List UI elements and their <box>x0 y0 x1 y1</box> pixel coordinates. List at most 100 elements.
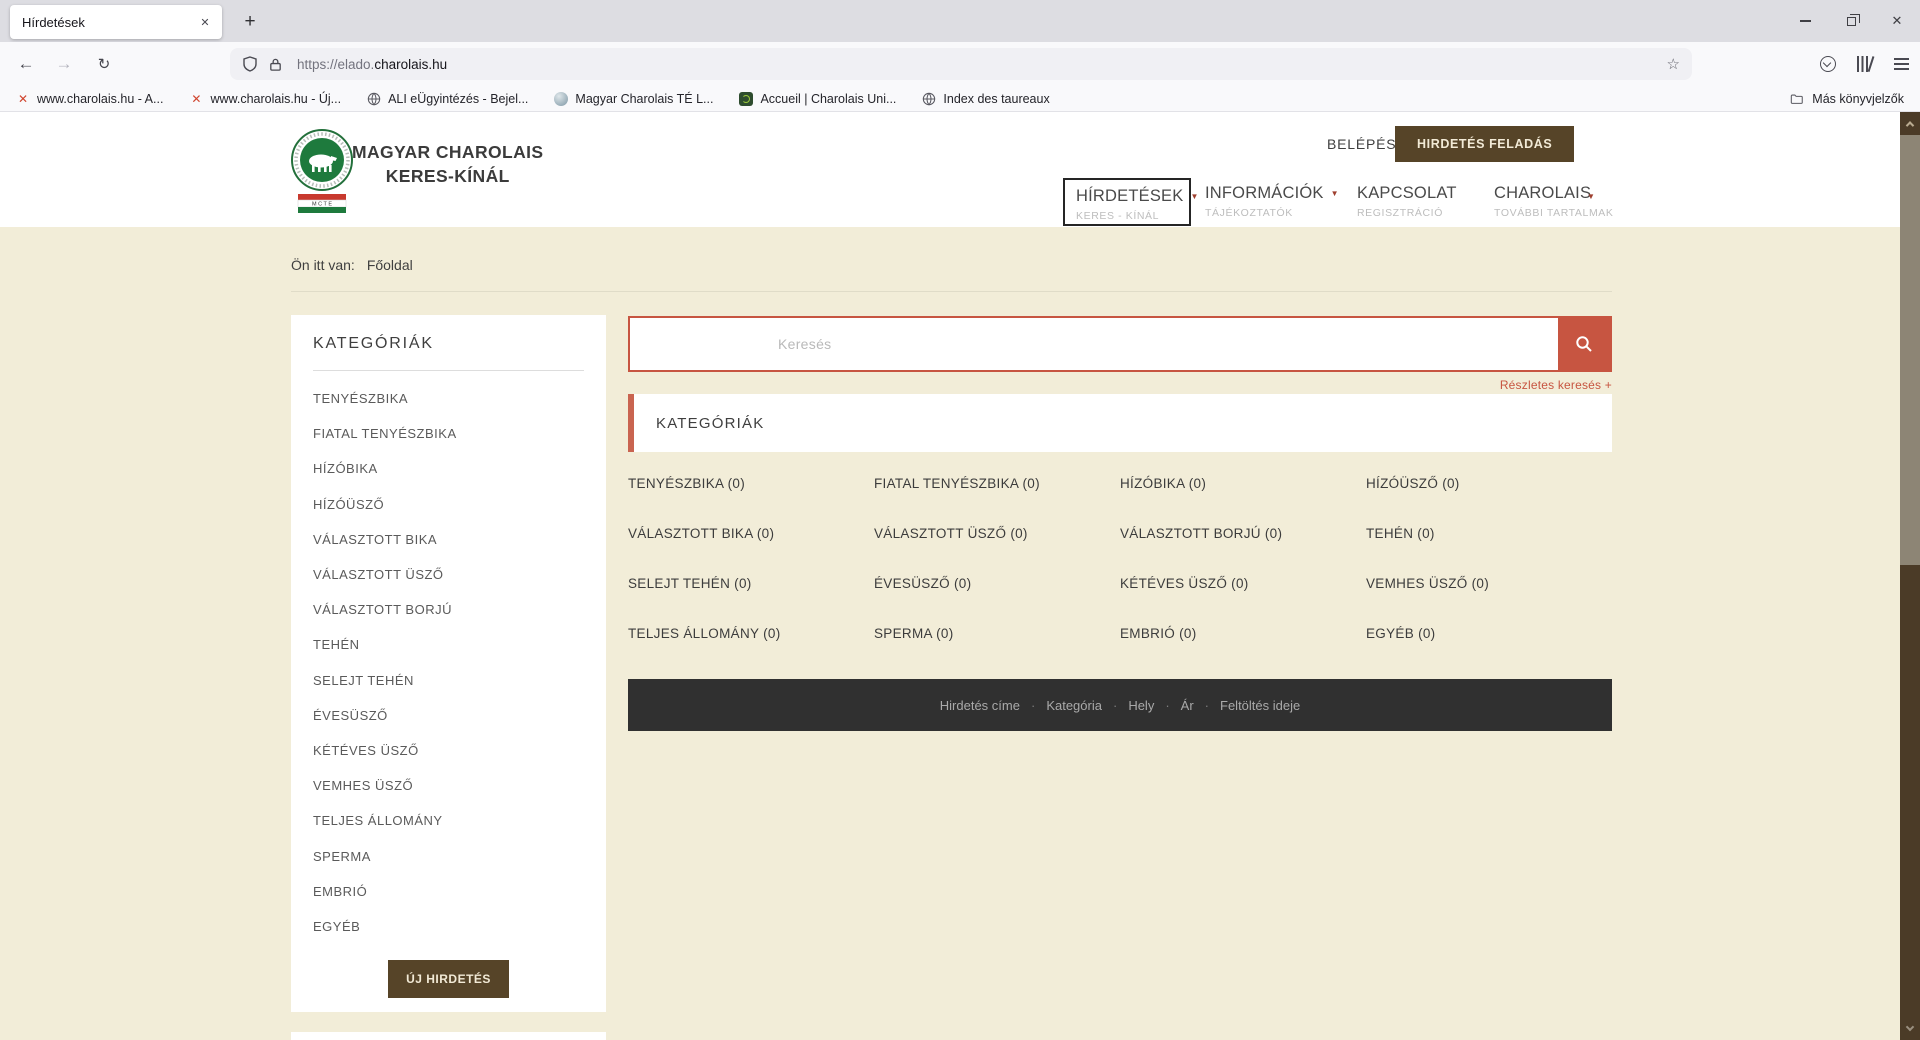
minimize-button[interactable] <box>1782 0 1828 42</box>
url-bar[interactable]: https://elado.charolais.hu <box>230 48 1692 80</box>
sidebar-category-link[interactable]: VÁLASZTOTT ÜSZŐ <box>313 557 584 592</box>
search-icon <box>1574 334 1594 354</box>
sidebar-category-link[interactable]: SPERMA <box>313 839 584 874</box>
pocket-icon[interactable] <box>1820 56 1836 72</box>
sidebar-category-link[interactable]: VÁLASZTOTT BIKA <box>313 522 584 557</box>
window-controls <box>1782 0 1920 42</box>
sidebar-category-link[interactable]: SELEJT TEHÉN <box>313 663 584 698</box>
back-button[interactable] <box>12 50 40 78</box>
scroll-down-arrow[interactable] <box>1900 1013 1920 1040</box>
bookmark-item[interactable]: ALI eÜgyintézés - Bejel... <box>367 92 528 106</box>
search-input[interactable] <box>630 318 1558 370</box>
restore-button[interactable] <box>1828 0 1874 42</box>
hamburger-menu-icon[interactable] <box>1894 56 1910 72</box>
tracking-shield-icon[interactable] <box>242 56 258 72</box>
reload-button[interactable] <box>90 50 118 78</box>
category-link[interactable]: VÁLASZTOTT BORJÚ (0) <box>1120 526 1366 541</box>
post-ad-button[interactable]: HIRDETÉS FELADÁS <box>1395 126 1574 162</box>
browser-tab[interactable]: Hírdetések <box>10 5 222 39</box>
new-ad-button[interactable]: ÚJ HIRDETÉS <box>388 960 509 998</box>
new-tab-button[interactable] <box>236 8 264 36</box>
category-link[interactable]: ÉVESÜSZŐ (0) <box>874 576 1120 591</box>
advanced-search-link[interactable]: Részletes keresés + <box>1500 378 1612 392</box>
bookmark-item[interactable]: www.charolais.hu - Új... <box>189 92 341 106</box>
category-link[interactable]: TELJES ÁLLOMÁNY (0) <box>628 626 874 641</box>
bookmark-label: ALI eÜgyintézés - Bejel... <box>388 92 528 106</box>
sidebar-category-link[interactable]: VÁLASZTOTT BORJÚ <box>313 592 584 627</box>
category-link[interactable]: SELEJT TEHÉN (0) <box>628 576 874 591</box>
sidebar-category-link[interactable]: FIATAL TENYÉSZBIKA <box>313 416 584 451</box>
brand-line1: MAGYAR CHAROLAIS <box>352 142 543 163</box>
nav-charolais[interactable]: CHAROLAIS TOVÁBBI TARTALMAK <box>1494 184 1626 219</box>
bookmark-item[interactable]: Magyar Charolais TÉ L... <box>554 92 713 106</box>
category-link[interactable]: HÍZÓÜSZŐ (0) <box>1366 476 1612 491</box>
sidebar-category-link[interactable]: ÉVESÜSZŐ <box>313 698 584 733</box>
bookmark-item[interactable]: www.charolais.hu - A... <box>16 92 163 106</box>
sidebar-category-link[interactable]: VEMHES ÜSZŐ <box>313 768 584 803</box>
sortbar-item[interactable]: Feltöltés ideje <box>1220 698 1300 713</box>
chevron-down-icon <box>1331 184 1339 203</box>
category-link[interactable]: SPERMA (0) <box>874 626 1120 641</box>
category-link[interactable]: TENYÉSZBIKA (0) <box>628 476 874 491</box>
other-bookmarks-button[interactable]: Más könyvjelzők <box>1790 92 1904 106</box>
site-header: M C T E MAGYAR CHAROLAIS KERES-KÍNÁL BEL… <box>0 112 1920 227</box>
url-domain: charolais.hu <box>374 57 447 72</box>
sortbar-separator: · <box>1165 698 1169 713</box>
login-link[interactable]: BELÉPÉS <box>1327 136 1396 152</box>
tab-title: Hírdetések <box>22 15 196 30</box>
category-link[interactable]: VÁLASZTOTT ÜSZŐ (0) <box>874 526 1120 541</box>
sidebar-category-link[interactable]: TEHÉN <box>313 627 584 662</box>
forward-button[interactable] <box>50 50 78 78</box>
close-window-button[interactable] <box>1874 0 1920 42</box>
category-link[interactable]: EGYÉB (0) <box>1366 626 1612 641</box>
lock-icon[interactable] <box>268 57 283 72</box>
bookmark-label: www.charolais.hu - Új... <box>210 92 341 106</box>
library-icon[interactable] <box>1856 56 1874 72</box>
nav-sublabel: KERES - KÍNÁL <box>1076 210 1189 222</box>
sort-bar: Hirdetés címe·Kategória·Hely·Ár·Feltölté… <box>628 679 1612 731</box>
category-link[interactable]: FIATAL TENYÉSZBIKA (0) <box>874 476 1120 491</box>
tab-bar: Hírdetések <box>0 0 1920 42</box>
breadcrumb-current[interactable]: Főoldal <box>367 257 413 273</box>
search-button[interactable] <box>1558 318 1610 370</box>
category-link[interactable]: EMBRIÓ (0) <box>1120 626 1366 641</box>
site-logo[interactable]: M C T E <box>290 128 354 216</box>
bookmark-star-icon[interactable] <box>1667 55 1680 73</box>
logo-letters: M C T E <box>312 202 332 208</box>
category-link[interactable]: HÍZÓBIKA (0) <box>1120 476 1366 491</box>
sphere-icon <box>554 92 568 106</box>
divider <box>313 370 584 371</box>
nav-label: KAPCSOLAT <box>1357 184 1457 202</box>
category-link[interactable]: KÉTÉVES ÜSZŐ (0) <box>1120 576 1366 591</box>
web-page: M C T E MAGYAR CHAROLAIS KERES-KÍNÁL BEL… <box>0 112 1920 1040</box>
nav-hirdetesek[interactable]: HÍRDETÉSEK KERES - KÍNÁL <box>1063 178 1191 226</box>
nav-label: CHAROLAIS <box>1494 184 1591 202</box>
breadcrumb: Ön itt van: Főoldal <box>291 252 1612 292</box>
category-link[interactable]: VÁLASZTOTT BIKA (0) <box>628 526 874 541</box>
sidebar-category-link[interactable]: EGYÉB <box>313 909 584 944</box>
sortbar-item[interactable]: Ár <box>1181 698 1194 713</box>
sidebar-category-link[interactable]: TENYÉSZBIKA <box>313 381 584 416</box>
sidebar-category-link[interactable]: HÍZÓBIKA <box>313 451 584 486</box>
bookmark-item[interactable]: Index des taureaux <box>922 92 1049 106</box>
sortbar-item[interactable]: Kategória <box>1046 698 1102 713</box>
sortbar-item[interactable]: Hirdetés címe <box>940 698 1020 713</box>
brand-line2: KERES-KÍNÁL <box>352 166 543 187</box>
category-link[interactable]: TEHÉN (0) <box>1366 526 1612 541</box>
sortbar-item[interactable]: Hely <box>1128 698 1154 713</box>
sidebar-category-link[interactable]: HÍZÓÜSZŐ <box>313 487 584 522</box>
tab-close-icon[interactable] <box>196 13 214 31</box>
scroll-up-arrow[interactable] <box>1900 112 1920 135</box>
scrollbar-thumb[interactable] <box>1900 135 1920 565</box>
nav-kapcsolat[interactable]: KAPCSOLAT REGISZTRÁCIÓ <box>1357 184 1457 219</box>
url-scheme: https://elado. <box>297 57 374 72</box>
category-link[interactable]: VEMHES ÜSZŐ (0) <box>1366 576 1612 591</box>
bookmark-item[interactable]: Accueil | Charolais Uni... <box>739 92 896 106</box>
sidebar-category-link[interactable]: KÉTÉVES ÜSZŐ <box>313 733 584 768</box>
chevron-down-icon <box>1190 187 1198 206</box>
sidebar-category-link[interactable]: TELJES ÁLLOMÁNY <box>313 803 584 838</box>
page-scrollbar[interactable] <box>1900 112 1920 1040</box>
sidebar-category-link[interactable]: EMBRIÓ <box>313 874 584 909</box>
other-bookmarks-label: Más könyvjelzők <box>1812 92 1904 106</box>
nav-informaciok[interactable]: INFORMÁCIÓK TÁJÉKOZTATÓK <box>1205 184 1339 219</box>
